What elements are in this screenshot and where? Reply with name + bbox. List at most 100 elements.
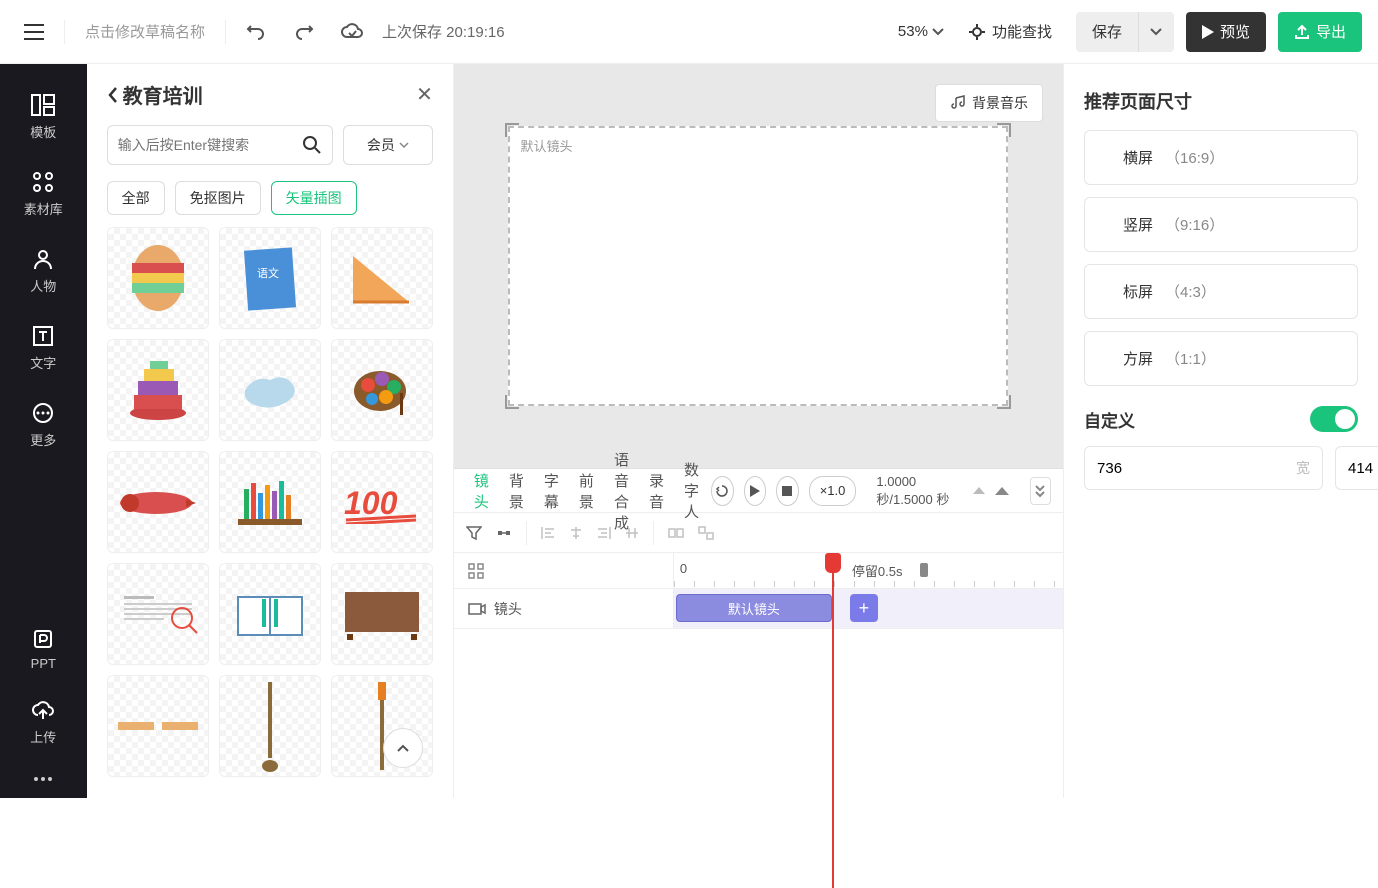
member-dropdown[interactable]: 会员 bbox=[343, 125, 433, 165]
right-panel: 推荐页面尺寸 横屏（16:9） 竖屏（9:16） 标屏（4:3） 方屏（1:1）… bbox=[1063, 64, 1378, 798]
save-dropdown[interactable] bbox=[1138, 12, 1174, 52]
nav-upload[interactable]: 上传 bbox=[30, 701, 56, 746]
nav-label: PPT bbox=[31, 656, 56, 671]
align-right-icon bbox=[597, 526, 611, 540]
nav-more[interactable]: 更多 bbox=[30, 402, 56, 449]
feature-search-button[interactable]: 功能查找 bbox=[968, 21, 1052, 42]
asset-thumb[interactable] bbox=[331, 339, 433, 441]
stay-marker[interactable] bbox=[920, 563, 928, 577]
size-option-standard[interactable]: 标屏（4:3） bbox=[1084, 264, 1358, 319]
export-label: 导出 bbox=[1316, 21, 1346, 42]
zoom-out-icon[interactable] bbox=[972, 485, 988, 495]
template-icon bbox=[31, 94, 55, 116]
filter-vector[interactable]: 矢量插图 bbox=[271, 181, 357, 215]
filter-tool-icon[interactable] bbox=[466, 525, 482, 541]
menu-icon[interactable] bbox=[16, 14, 52, 50]
tab-subtitle[interactable]: 字幕 bbox=[536, 466, 567, 516]
asset-thumb[interactable]: 语文 bbox=[219, 227, 321, 329]
undo-icon[interactable] bbox=[238, 14, 274, 50]
asset-thumb[interactable] bbox=[107, 227, 209, 329]
width-input-wrap: 宽 bbox=[1084, 446, 1323, 490]
speed-button[interactable]: ×1.0 bbox=[809, 476, 857, 506]
tab-record[interactable]: 录音 bbox=[641, 466, 672, 516]
panel-back-title[interactable]: 教育培训 bbox=[107, 80, 408, 109]
asset-thumb[interactable] bbox=[107, 339, 209, 441]
zoom-dropdown[interactable]: 53% bbox=[898, 23, 944, 40]
asset-thumb[interactable] bbox=[219, 339, 321, 441]
size-name: 横屏 bbox=[1123, 147, 1153, 168]
align-center-icon bbox=[569, 526, 583, 540]
snap-tool-icon[interactable] bbox=[496, 525, 512, 541]
zoom-in-icon[interactable] bbox=[994, 485, 1012, 496]
filter-all[interactable]: 全部 bbox=[107, 181, 165, 215]
asset-grid: 语文 100 bbox=[87, 227, 453, 798]
nav-ppt[interactable]: PPT bbox=[31, 628, 56, 671]
asset-thumb[interactable] bbox=[219, 451, 321, 553]
search-icon[interactable] bbox=[302, 135, 322, 155]
play-button[interactable] bbox=[744, 476, 767, 506]
track-label: 镜头 bbox=[494, 599, 522, 619]
asset-thumb[interactable] bbox=[107, 451, 209, 553]
size-option-square[interactable]: 方屏（1:1） bbox=[1084, 331, 1358, 386]
save-button[interactable]: 保存 bbox=[1076, 12, 1138, 52]
nav-label: 更多 bbox=[30, 430, 56, 449]
asset-thumb[interactable] bbox=[107, 563, 209, 665]
playhead-handle[interactable] bbox=[825, 553, 841, 573]
track-body[interactable]: 默认镜头 + bbox=[674, 589, 1063, 628]
bgm-label: 背景音乐 bbox=[972, 93, 1028, 113]
height-input-wrap: 高 bbox=[1335, 446, 1378, 490]
tab-bg[interactable]: 背景 bbox=[501, 466, 532, 516]
asset-thumb[interactable] bbox=[107, 675, 209, 777]
canvas[interactable]: 默认镜头 bbox=[508, 126, 1008, 406]
bgm-button[interactable]: 背景音乐 bbox=[935, 84, 1043, 122]
nav-overflow[interactable] bbox=[33, 776, 53, 782]
nav-assets[interactable]: 素材库 bbox=[24, 171, 63, 218]
tab-fg[interactable]: 前景 bbox=[571, 466, 602, 516]
asset-thumb[interactable] bbox=[331, 675, 433, 777]
assets-icon bbox=[32, 171, 54, 193]
nav-template[interactable]: 模板 bbox=[30, 94, 56, 141]
align-left-icon bbox=[541, 526, 555, 540]
asset-thumb[interactable] bbox=[219, 563, 321, 665]
last-save-time: 上次保存 20:19:16 bbox=[382, 21, 505, 42]
custom-toggle[interactable] bbox=[1310, 406, 1358, 432]
asset-thumb[interactable] bbox=[331, 227, 433, 329]
height-input[interactable] bbox=[1348, 460, 1378, 477]
draft-name-input[interactable]: 点击修改草稿名称 bbox=[77, 21, 213, 42]
member-label: 会员 bbox=[367, 135, 395, 155]
asset-thumb[interactable] bbox=[219, 675, 321, 777]
rewind-button[interactable] bbox=[711, 476, 734, 506]
search-input[interactable] bbox=[118, 137, 302, 153]
right-panel-title: 推荐页面尺寸 bbox=[1084, 88, 1358, 114]
svg-text:语文: 语文 bbox=[257, 266, 279, 280]
tab-shot[interactable]: 镜头 bbox=[466, 466, 497, 516]
ppt-icon bbox=[32, 628, 54, 650]
ruler[interactable]: 0 停留0.5s bbox=[674, 553, 1063, 588]
cloud-sync-icon[interactable] bbox=[334, 14, 370, 50]
timeline: 镜头 背景 字幕 前景 语音合成 录音 数字人 ×1.0 1.0000 秒/1.… bbox=[454, 468, 1063, 798]
preview-label: 预览 bbox=[1220, 21, 1250, 42]
size-option-portrait[interactable]: 竖屏（9:16） bbox=[1084, 197, 1358, 252]
preview-button[interactable]: 预览 bbox=[1186, 12, 1266, 52]
size-option-landscape[interactable]: 横屏（16:9） bbox=[1084, 130, 1358, 185]
stop-button[interactable] bbox=[776, 476, 799, 506]
size-name: 方屏 bbox=[1123, 348, 1153, 369]
nav-person[interactable]: 人物 bbox=[30, 248, 56, 295]
track-head-shot: 镜头 bbox=[454, 589, 674, 628]
width-input[interactable] bbox=[1097, 460, 1296, 477]
nav-text[interactable]: 文字 bbox=[30, 325, 56, 372]
export-button[interactable]: 导出 bbox=[1278, 12, 1362, 52]
expand-timeline[interactable] bbox=[1030, 477, 1051, 505]
playhead[interactable] bbox=[832, 553, 834, 888]
close-icon[interactable]: ✕ bbox=[416, 82, 433, 107]
upload-icon bbox=[32, 701, 54, 721]
clip-default-shot[interactable]: 默认镜头 bbox=[676, 594, 832, 622]
scroll-top-button[interactable] bbox=[383, 728, 423, 768]
size-ratio: （9:16） bbox=[1165, 214, 1224, 235]
asset-thumb[interactable] bbox=[331, 563, 433, 665]
redo-icon[interactable] bbox=[286, 14, 322, 50]
filter-cutout[interactable]: 免抠图片 bbox=[175, 181, 261, 215]
add-clip-button[interactable]: + bbox=[850, 594, 878, 622]
chevron-up-icon bbox=[396, 743, 410, 753]
asset-thumb[interactable]: 100 bbox=[331, 451, 433, 553]
